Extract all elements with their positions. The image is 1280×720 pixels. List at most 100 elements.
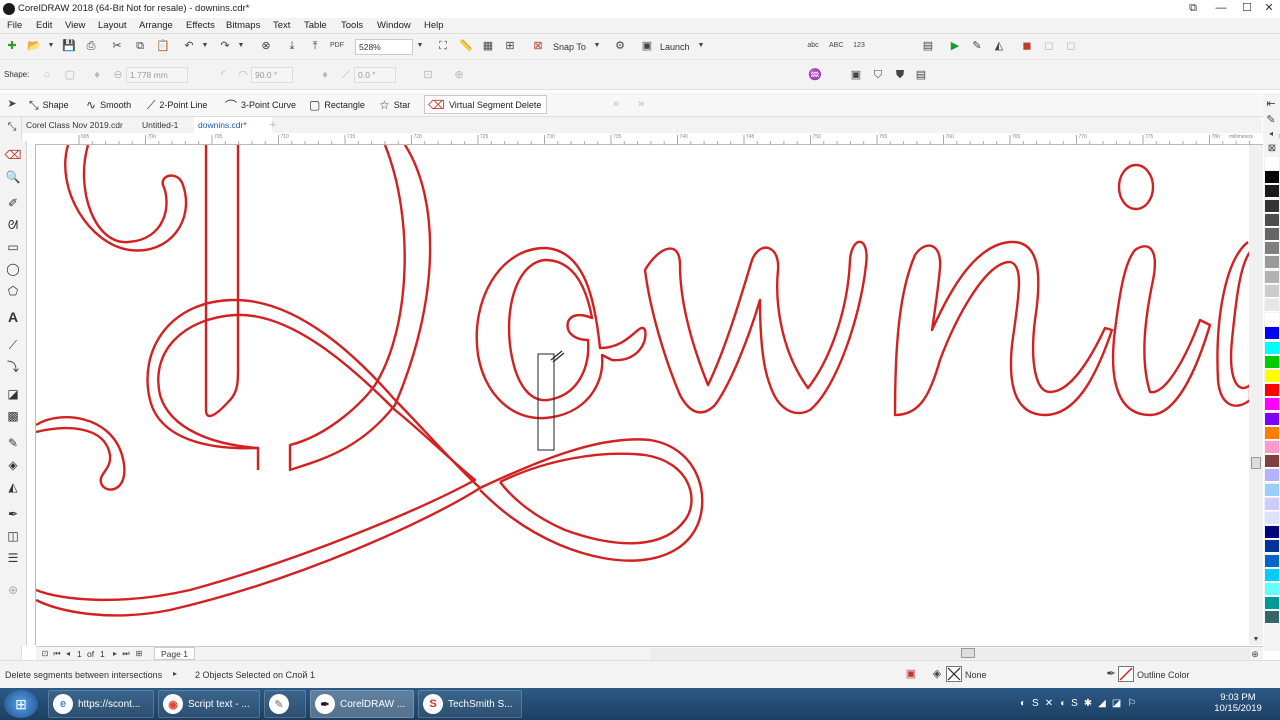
outline-width-field[interactable]: 1.778 mm: [126, 67, 188, 83]
vertical-ruler[interactable]: [27, 145, 36, 645]
horizontal-ruler[interactable]: 695 700 705 710 715 720 725 730 735 740 745 750 755 7…: [35, 133, 1280, 145]
launch-icon[interactable]: ▣: [640, 39, 654, 53]
shape-tool-side-icon[interactable]: ⤡: [5, 120, 19, 134]
pick-tool-icon[interactable]: ➤: [5, 97, 19, 111]
menu-table[interactable]: Table: [304, 20, 327, 31]
color-swatch[interactable]: [1265, 171, 1279, 185]
scroll-down-icon[interactable]: ▼: [1249, 633, 1263, 647]
freehand-tool-icon[interactable]: ✐: [4, 194, 22, 212]
launch-label[interactable]: Launch: [660, 42, 690, 52]
edit-macro-icon[interactable]: ✎: [970, 39, 984, 53]
restore-icon[interactable]: ⧉: [1182, 1, 1204, 16]
full-screen-icon[interactable]: ⛶: [436, 39, 450, 53]
drawing-canvas[interactable]: [36, 145, 1263, 645]
search-content-icon[interactable]: ⊗: [259, 39, 273, 53]
horizontal-scrollbar[interactable]: [650, 648, 1250, 659]
minimize-button[interactable]: —: [1210, 1, 1232, 16]
collapse-icon[interactable]: ◂: [1264, 127, 1278, 141]
maximize-button[interactable]: ☐: [1236, 1, 1258, 16]
color-swatch[interactable]: [1265, 526, 1279, 540]
measure-icon[interactable]: ◭: [992, 39, 1006, 53]
shape-tool-button[interactable]: ⤡ Shape: [29, 96, 69, 114]
align-icon[interactable]: ▣: [849, 68, 863, 82]
letter-d-stem[interactable]: [204, 145, 240, 418]
color-swatch[interactable]: [1265, 469, 1279, 483]
export-icon[interactable]: ⤒: [308, 39, 322, 53]
angle-field[interactable]: 90.0 °: [251, 67, 293, 83]
scale-icon[interactable]: ⊡: [421, 68, 435, 82]
import-icon[interactable]: ⤓: [285, 39, 299, 53]
letter-o-inner[interactable]: [507, 258, 594, 402]
launch-dropdown-icon[interactable]: ▼: [694, 39, 708, 53]
color-swatch[interactable]: [1265, 540, 1279, 554]
last-page-icon[interactable]: ⏭: [119, 647, 133, 661]
ellipse-shape-icon[interactable]: ○: [40, 68, 54, 82]
show-rulers-icon[interactable]: 📏: [459, 39, 473, 53]
fill-bucket-icon[interactable]: ◈: [930, 667, 944, 681]
color-profile-icon[interactable]: ▣: [904, 667, 918, 681]
menu-window[interactable]: Window: [377, 20, 411, 31]
color-swatch[interactable]: [1265, 398, 1279, 412]
tab-downins[interactable]: downins.cdr*: [194, 117, 272, 133]
color-swatch[interactable]: [1265, 299, 1279, 312]
snap-dropdown-icon[interactable]: ▼: [590, 39, 604, 53]
ellipse-tool-icon[interactable]: ◯: [4, 260, 22, 278]
save-icon[interactable]: 💾: [62, 39, 76, 53]
virtual-segment-delete-button[interactable]: ⌫ Virtual Segment Delete: [424, 95, 548, 114]
text-tool-icon[interactable]: A: [4, 308, 22, 326]
taskbar-item[interactable]: ✒ CorelDRAW ...: [310, 690, 414, 718]
angle-icon[interactable]: ◜: [216, 68, 230, 82]
calendar-icon[interactable]: ▤: [921, 39, 935, 53]
parallel-dimension-tool-icon[interactable]: ⟋: [4, 336, 22, 354]
pen-icon[interactable]: ✎: [1264, 113, 1278, 127]
fill-none-swatch[interactable]: [946, 666, 962, 682]
color-swatch[interactable]: [1265, 554, 1279, 568]
status-expand-icon[interactable]: ▸: [168, 667, 182, 681]
skew-field[interactable]: 0.0 °: [354, 67, 396, 83]
color-swatch[interactable]: [1265, 370, 1279, 383]
zoom-tool-icon[interactable]: 🔍: [4, 168, 22, 186]
zoom-level-field[interactable]: 528%: [355, 39, 413, 55]
menu-help[interactable]: Help: [424, 20, 444, 31]
connector-tool-icon[interactable]: ⤵: [4, 358, 22, 376]
open-icon[interactable]: 📂: [27, 39, 41, 53]
drop-shadow-tool-icon[interactable]: ◪: [4, 385, 22, 403]
color-swatch[interactable]: [1265, 327, 1279, 341]
color-swatch[interactable]: [1265, 483, 1279, 497]
two-point-line-button[interactable]: ⟋ 2-Point Line: [147, 96, 207, 114]
taskbar-item[interactable]: ◉ Script text - ...: [158, 690, 260, 718]
three-point-curve-button[interactable]: ⌒ 3-Point Curve: [225, 96, 296, 114]
redo-dropdown-icon[interactable]: ▼: [234, 39, 248, 53]
virtual-segment-delete-tool-icon[interactable]: ⌫: [4, 146, 22, 164]
color-swatch[interactable]: [1265, 412, 1279, 426]
copy-icon[interactable]: ⧉: [133, 39, 147, 53]
menu-layout[interactable]: Layout: [98, 20, 127, 31]
color-swatch[interactable]: [1265, 213, 1279, 227]
color-proofing-icon[interactable]: ◫: [4, 527, 22, 545]
color-swatch[interactable]: [1265, 228, 1279, 241]
print-icon[interactable]: ⎙: [84, 39, 98, 53]
spellcheck-icon[interactable]: ABC: [829, 39, 843, 53]
new-document-icon[interactable]: ✚: [5, 39, 19, 53]
outline-width-icon[interactable]: ⊖: [111, 68, 125, 82]
settings-sliders-icon[interactable]: ☰: [4, 549, 22, 567]
redo-icon[interactable]: ↷: [218, 39, 232, 53]
letter-i-stem[interactable]: [1111, 245, 1212, 417]
number-icon[interactable]: 123: [852, 39, 866, 53]
color-swatch[interactable]: [1265, 313, 1279, 327]
stop-macro-icon[interactable]: ◻: [1064, 39, 1078, 53]
more-tools-chevron-icon[interactable]: »: [609, 97, 623, 111]
add-tool-icon[interactable]: ⊕: [4, 581, 22, 599]
page-1-tab[interactable]: Page 1: [154, 647, 195, 660]
angle-arc-icon[interactable]: ◠: [236, 68, 250, 82]
letter-u-partial[interactable]: [1216, 241, 1252, 407]
color-swatch[interactable]: [1265, 157, 1279, 170]
trace-icon[interactable]: ♒: [808, 68, 822, 82]
color-swatch[interactable]: [1265, 597, 1279, 611]
horizontal-scroll-thumb[interactable]: [961, 648, 975, 658]
polygon-tool-icon[interactable]: ⬠: [4, 282, 22, 300]
shield-icon[interactable]: ⛊: [893, 68, 907, 82]
color-swatch[interactable]: [1265, 512, 1279, 525]
color-swatch[interactable]: [1265, 199, 1279, 213]
zoom-dropdown-icon[interactable]: ▼: [413, 39, 427, 53]
